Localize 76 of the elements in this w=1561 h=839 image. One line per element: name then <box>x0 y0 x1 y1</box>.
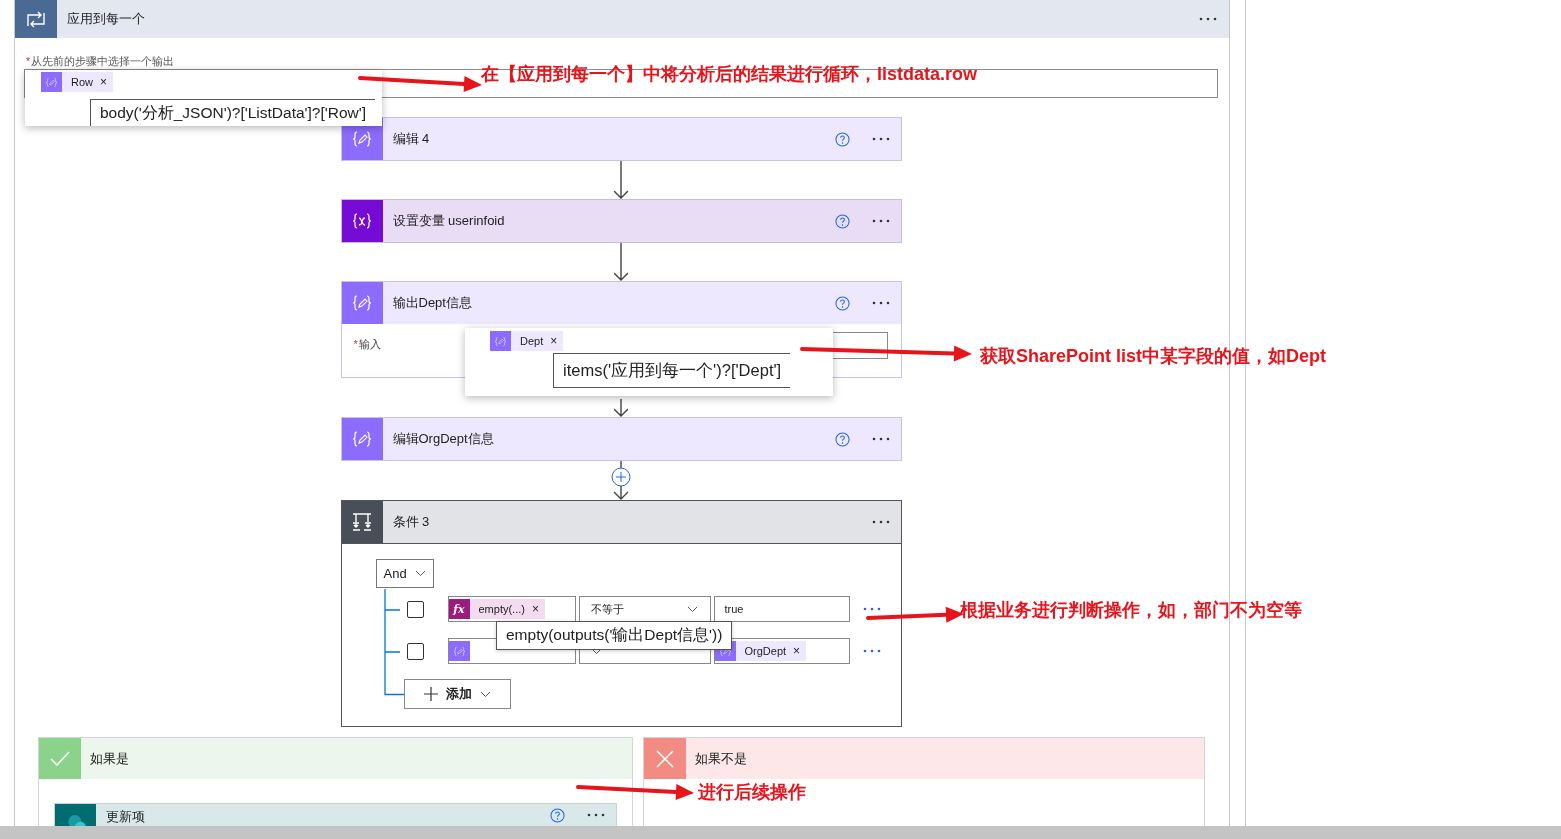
help-icon[interactable] <box>834 213 850 229</box>
branch-title: 如果不是 <box>695 749 747 768</box>
close-icon <box>655 748 675 769</box>
connector-arrow <box>614 161 628 199</box>
action-title: 输出Dept信息 <box>392 294 473 312</box>
checkbox[interactable] <box>406 600 424 618</box>
more-icon[interactable] <box>862 607 881 611</box>
remove-button[interactable]: × <box>550 334 558 348</box>
branch-header[interactable]: 如果不是 <box>644 738 1204 779</box>
value-field[interactable]: true <box>713 596 850 622</box>
braces-pencil-icon <box>494 335 507 347</box>
chevron-down-icon <box>479 690 491 698</box>
action-title: 设置变量 userinfoid <box>392 212 506 230</box>
more-icon[interactable] <box>871 137 890 141</box>
more-icon[interactable] <box>862 649 881 653</box>
braces-pencil-icon <box>351 430 373 448</box>
chevron-down-icon <box>414 570 426 577</box>
braces-pencil-icon <box>452 645 466 657</box>
more-icon[interactable] <box>871 520 890 524</box>
check-icon <box>49 749 71 768</box>
branch-title: 如果是 <box>90 749 129 768</box>
field-label: *从先前的步骤中选择一个输出 <box>25 55 176 68</box>
action-card[interactable]: 编辑OrgDept信息 <box>340 417 902 461</box>
action-card[interactable]: 设置变量 userinfoid <box>340 199 902 243</box>
scrollbar[interactable] <box>0 826 1561 839</box>
help-icon[interactable] <box>834 295 850 311</box>
plus-icon <box>423 687 438 701</box>
braces-pencil-icon <box>45 76 58 88</box>
token-chip[interactable]: Row × <box>62 72 114 92</box>
remove-button[interactable]: × <box>531 602 539 616</box>
function-icon: fx <box>448 599 470 619</box>
remove-button[interactable]: × <box>100 75 108 89</box>
group-dropdown[interactable]: And <box>375 559 434 588</box>
action-title: 条件 3 <box>392 513 431 531</box>
card-header[interactable]: 条件 3 <box>341 501 901 543</box>
more-icon[interactable] <box>1199 17 1217 21</box>
condition-icon <box>351 511 373 533</box>
operand-field[interactable]: fx empty(...) × <box>447 596 576 622</box>
loop-icon <box>25 10 47 28</box>
remove-button[interactable]: × <box>793 644 801 658</box>
help-icon[interactable] <box>550 808 565 823</box>
checkbox[interactable] <box>406 642 424 660</box>
expression-tooltip: body('分析_JSON')?['ListData']?['Row'] <box>90 99 375 126</box>
expression-tooltip: empty(outputs('输出Dept信息')) <box>496 621 733 650</box>
braces-pencil-icon <box>351 294 373 312</box>
operator-dropdown[interactable]: 不等于 <box>578 596 711 622</box>
annotation-text: 在【应用到每一个】中将分析后的结果进行循环，listdata.row <box>481 63 978 86</box>
add-button[interactable]: 添加 <box>403 679 511 709</box>
braces-pencil-icon <box>351 130 373 148</box>
action-title: 更新项 <box>106 808 146 826</box>
loop-title: 应用到每一个 <box>67 10 146 28</box>
more-icon[interactable] <box>871 301 890 305</box>
connector-arrow <box>611 461 631 500</box>
annotation-text: 根据业务进行判断操作，如，部门不为空等 <box>960 599 1302 622</box>
help-icon[interactable] <box>834 431 850 447</box>
annotation-text: 进行后续操作 <box>698 781 806 804</box>
loop-header[interactable]: 应用到每一个 <box>15 0 1229 38</box>
connector-arrow <box>614 399 628 417</box>
action-card[interactable]: 更新项 <box>54 803 617 826</box>
token-chip[interactable]: Dept × <box>511 331 564 351</box>
braces-x-icon <box>351 212 373 230</box>
chevron-down-icon <box>686 605 698 613</box>
branch-header[interactable]: 如果是 <box>39 738 632 779</box>
more-icon[interactable] <box>587 813 605 817</box>
token-chip[interactable]: OrgDept × <box>735 641 807 661</box>
more-icon[interactable] <box>871 437 890 441</box>
expression-tooltip: items('应用到每一个')?['Dept'] <box>553 353 791 388</box>
annotation-text: 获取SharePoint list中某字段的值，如Dept <box>980 345 1327 368</box>
card-header[interactable]: 输出Dept信息 <box>341 282 901 324</box>
connector-arrow <box>614 243 628 281</box>
action-title: 编辑 4 <box>392 130 431 148</box>
token-chip[interactable]: empty(...) × <box>469 599 545 619</box>
action-title: 编辑OrgDept信息 <box>392 430 495 448</box>
help-icon[interactable] <box>834 131 850 147</box>
more-icon[interactable] <box>871 219 890 223</box>
field-label: *输入 <box>352 337 382 352</box>
